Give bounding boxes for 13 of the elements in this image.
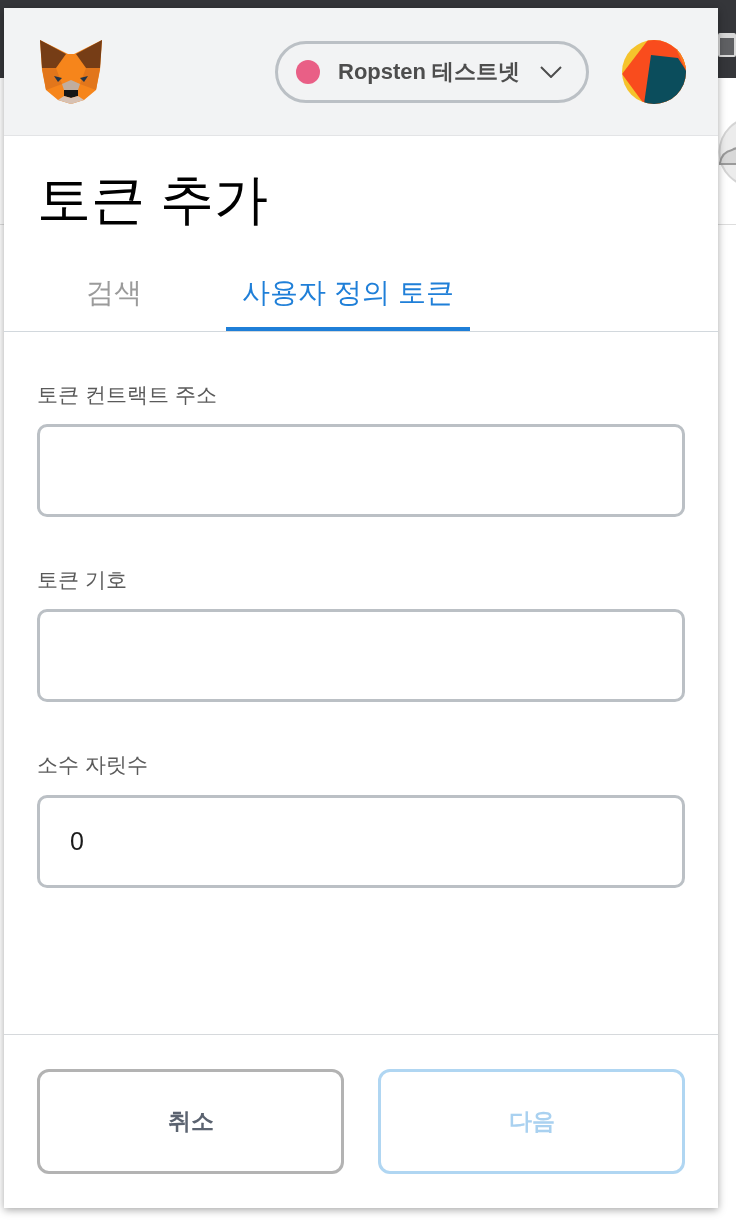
input-field[interactable]: 0 (37, 794, 685, 888)
input-field[interactable] (37, 424, 685, 518)
field-label: 토큰 기호 (37, 567, 127, 593)
fox-icon (38, 39, 104, 104)
tab[interactable]: 사용자 정의 토큰 (226, 249, 470, 332)
field-label: 소수 자릿수 (37, 752, 148, 778)
page-title: 토큰 추가 (37, 168, 269, 231)
chevron-down-icon (540, 65, 562, 78)
field-label: 토큰 컨트랙트 주소 (37, 382, 217, 408)
cancel-button[interactable]: 취소 (37, 1069, 344, 1174)
window-icon[interactable] (718, 33, 736, 57)
network-selector[interactable]: Ropsten 테스트넷 (275, 40, 589, 103)
input-field[interactable] (37, 609, 685, 703)
